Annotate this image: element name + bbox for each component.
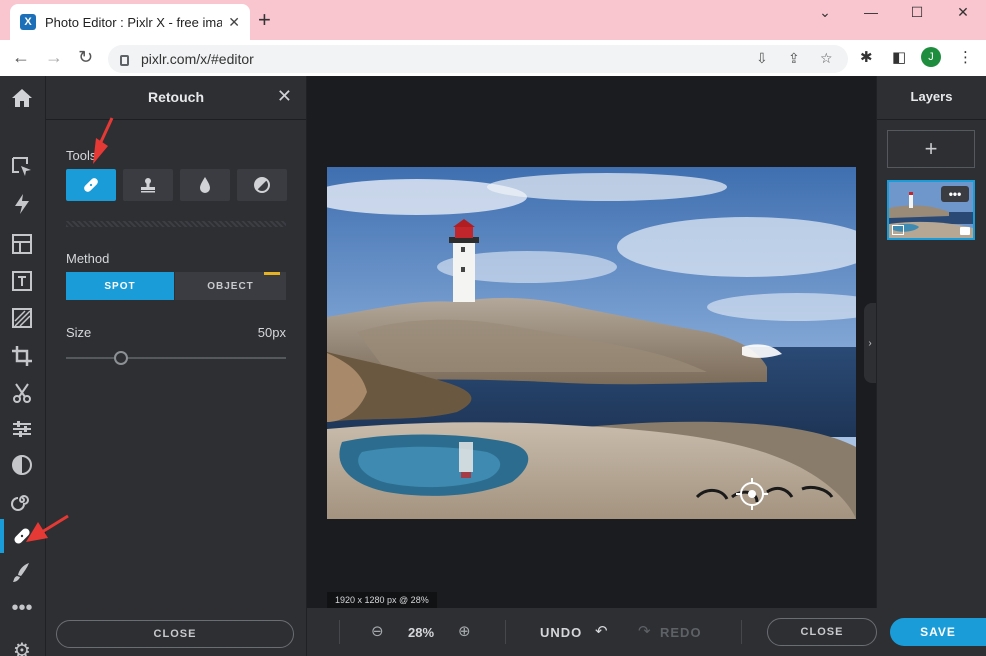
redo-button[interactable]: REDO (660, 625, 702, 640)
extensions-icon[interactable]: ✱ (860, 48, 873, 66)
bottom-divider (339, 620, 340, 644)
canvas-area[interactable]: 1920 x 1280 px @ 28% (307, 76, 876, 608)
lock-icon (120, 54, 129, 66)
premium-badge (264, 272, 280, 275)
url-text: pixlr.com/x/#editor (141, 51, 254, 67)
browser-tab-strip: X Photo Editor : Pixlr X - free ima ✕ + … (0, 0, 986, 40)
dodge-burn-icon (254, 177, 270, 193)
layers-collapse-chevron-icon[interactable]: › (864, 303, 876, 383)
zoom-level: 28% (408, 625, 435, 640)
layers-header: Layers (877, 76, 986, 120)
address-bar: ← → ↻ pixlr.com/x/#editor ⇩ ⇪ ☆ (0, 40, 986, 76)
tab-close-icon[interactable]: ✕ (228, 14, 240, 31)
install-app-icon[interactable]: ⇩ (756, 50, 768, 67)
add-layer-button[interactable]: + (887, 130, 975, 168)
zoom-in-icon[interactable]: ⊕ (458, 622, 471, 640)
layers-title: Layers (910, 89, 953, 104)
url-field[interactable]: pixlr.com/x/#editor ⇩ ⇪ ☆ (108, 45, 848, 73)
canvas-size-text: 1920 x 1280 px @ 28% (335, 595, 429, 605)
undo-icon[interactable]: ↶ (595, 622, 608, 640)
new-tab-icon[interactable]: + (258, 9, 271, 31)
layer-lock-icon[interactable] (960, 227, 970, 235)
reload-icon[interactable]: ↻ (78, 47, 93, 68)
browser-menu-icon[interactable]: ⋮ (958, 48, 973, 66)
maximize-icon[interactable]: ☐ (894, 4, 940, 21)
pixlr-app: ••• ⚙ Retouch ✕ Tools Method SPOT OBJECT… (0, 76, 986, 656)
lighthouse-photo[interactable] (327, 167, 856, 519)
layer-menu-icon[interactable]: ••• (941, 186, 969, 202)
profile-avatar[interactable]: J (921, 47, 941, 67)
bottom-divider (505, 620, 506, 644)
panel-close-icon[interactable]: ✕ (277, 86, 292, 107)
panel-close-button[interactable]: CLOSE (56, 620, 294, 648)
sponge-tool-button[interactable] (237, 169, 287, 201)
save-button[interactable]: SAVE (890, 618, 986, 646)
layers-panel: Layers + ••• (877, 76, 986, 608)
more-tools-icon[interactable]: ••• (8, 594, 36, 622)
canvas-size-info: 1920 x 1280 px @ 28% (327, 592, 437, 608)
pixlr-favicon-icon: X (20, 14, 36, 30)
browser-tab[interactable]: X Photo Editor : Pixlr X - free ima ✕ (10, 4, 250, 40)
layer-image-icon (892, 225, 904, 235)
redo-icon[interactable]: ↷ (638, 622, 651, 640)
back-icon[interactable]: ← (12, 47, 30, 68)
bottom-divider (741, 620, 742, 644)
blur-tool-button[interactable] (180, 169, 230, 201)
tab-title: Photo Editor : Pixlr X - free ima (45, 14, 223, 30)
minimize-icon[interactable]: — (848, 4, 894, 20)
tab-search-icon[interactable]: ⌄ (802, 4, 848, 21)
annotation-arrows (26, 117, 114, 542)
settings-gear-icon[interactable]: ⚙ (8, 636, 36, 656)
side-panel-icon[interactable]: ◧ (892, 48, 906, 66)
undo-button[interactable]: UNDO (540, 625, 582, 640)
method-object-button[interactable]: OBJECT (175, 272, 286, 300)
forward-icon[interactable]: → (45, 47, 63, 68)
window-close-icon[interactable]: ✕ (940, 4, 986, 21)
size-value: 50px (257, 325, 286, 340)
layer-thumbnail[interactable]: ••• (887, 180, 975, 240)
drop-icon (200, 177, 210, 193)
zoom-out-icon[interactable]: ⊖ (371, 622, 384, 640)
bottom-bar: ⊖ 28% ⊕ UNDO ↶ ↷ REDO CLOSE SAVE (307, 608, 986, 656)
close-button[interactable]: CLOSE (767, 618, 877, 646)
share-icon[interactable]: ⇪ (788, 50, 800, 67)
bookmark-star-icon[interactable]: ☆ (820, 50, 833, 67)
